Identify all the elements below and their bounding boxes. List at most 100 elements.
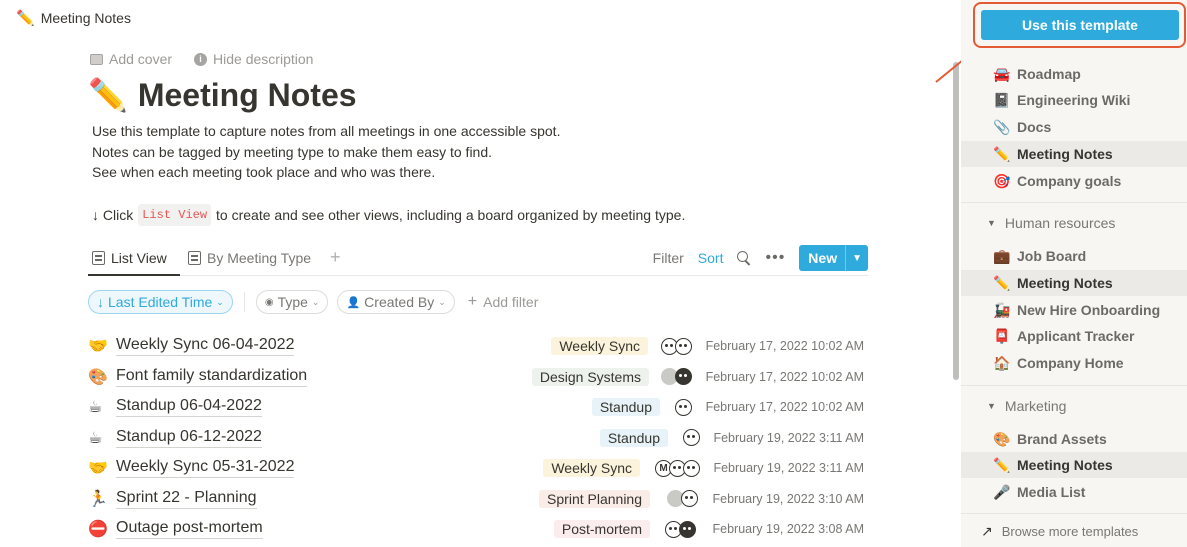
hide-description-button[interactable]: i Hide description [194, 51, 313, 67]
sort-pill[interactable]: ↓ Last Edited Time ⌄ [88, 290, 233, 314]
list-icon [92, 251, 105, 265]
created-by-filter-pill[interactable]: 👤 Created By ⌄ [337, 290, 455, 314]
avatar [675, 368, 692, 386]
filter-button[interactable]: Filter [653, 250, 684, 266]
chevron-down-icon: ⌄ [216, 296, 224, 307]
item-title[interactable]: Standup 06-04-2022 [116, 397, 262, 418]
more-options-icon[interactable]: ••• [765, 249, 785, 267]
train-icon: 🚂 [993, 301, 1011, 318]
item-title[interactable]: Outage post-mortem [116, 519, 263, 540]
item-title[interactable]: Sprint 22 - Planning [116, 489, 257, 509]
list-item[interactable]: ⛔ Outage post-mortem Post-mortem Februar… [88, 514, 868, 545]
last-edited-time: February 19, 2022 3:08 AM [712, 522, 864, 537]
sidebar-item-label: Meeting Notes [1017, 275, 1113, 291]
sidebar-item-label: Company Home [1017, 355, 1124, 371]
divider [961, 385, 1187, 386]
sidebar-item-engineering-wiki[interactable]: 📓 Engineering Wiki [961, 87, 1187, 113]
sidebar-item-label: Meeting Notes [1017, 146, 1113, 162]
tab-list-view[interactable]: List View [92, 250, 167, 266]
sidebar-item-new-hire-onboarding[interactable]: 🚂 New Hire Onboarding [961, 297, 1187, 323]
tab-label: By Meeting Type [207, 250, 312, 266]
browse-label: Browse more templates [1001, 524, 1139, 539]
chevron-down-icon: ⌄ [438, 296, 446, 307]
item-title[interactable]: Weekly Sync 05-31-2022 [116, 458, 295, 479]
mailbox-icon: 📮 [993, 327, 1011, 344]
palette-icon: 🎨 [88, 368, 108, 386]
search-icon[interactable] [737, 251, 751, 265]
browse-more-templates-link[interactable]: ↗ Browse more templates [981, 523, 1138, 540]
target-icon: 🎯 [993, 172, 1011, 189]
sidebar-item-company-goals[interactable]: 🎯 Company goals [961, 168, 1187, 194]
attendee-avatars [667, 490, 698, 508]
sidebar-item-meeting-notes[interactable]: ✏️ Meeting Notes [961, 141, 1187, 167]
pencil-icon[interactable]: ✏️ [88, 76, 128, 114]
handshake-icon: 🤝 [88, 338, 108, 356]
runner-icon: 🏃 [88, 490, 108, 508]
item-title[interactable]: Weekly Sync 06-04-2022 [116, 336, 295, 357]
new-button[interactable]: New ▼ [799, 245, 868, 271]
sidebar-item-job-board[interactable]: 💼 Job Board [961, 243, 1187, 269]
list-item[interactable]: 🎨 Font family standardization Design Sys… [88, 362, 868, 393]
list-item[interactable]: 🤝 Weekly Sync 06-04-2022 Weekly Sync Feb… [88, 331, 868, 362]
list-item[interactable]: ☕ Standup 06-04-2022 Standup February 17… [88, 392, 868, 423]
add-filter-label: Add filter [483, 294, 539, 310]
template-sidebar: Use this template 🚘 Roadmap 📓 Engineerin… [961, 0, 1187, 547]
select-icon: ◉ [264, 296, 274, 308]
page-title[interactable]: ✏️ Meeting Notes [88, 76, 357, 114]
sidebar-item-company-home[interactable]: 🏠 Company Home [961, 350, 1187, 376]
avatar [681, 490, 698, 508]
sidebar-item-roadmap[interactable]: 🚘 Roadmap [961, 61, 1187, 87]
house-icon: 🏠 [993, 354, 1011, 371]
list-item[interactable]: ☕ Standup 06-12-2022 Standup February 19… [88, 423, 868, 454]
sidebar-item-label: Brand Assets [1017, 431, 1107, 447]
coffee-icon: ☕ [88, 429, 103, 447]
sidebar-item-applicant-tracker[interactable]: 📮 Applicant Tracker [961, 323, 1187, 349]
scrollbar[interactable] [953, 62, 959, 380]
item-title[interactable]: Font family standardization [116, 367, 308, 387]
list-item[interactable]: 🤝 Weekly Sync 05-31-2022 Weekly Sync M F… [88, 453, 868, 484]
item-title[interactable]: Standup 06-12-2022 [116, 428, 262, 448]
meeting-type-tag: Post-mortem [553, 520, 650, 539]
sidebar-item-label: Engineering Wiki [1017, 92, 1131, 108]
sidebar-item-brand-assets[interactable]: 🎨 Brand Assets [961, 426, 1187, 452]
palette-icon: 🎨 [993, 430, 1011, 447]
created-by-pill-label: Created By [364, 294, 435, 310]
tab-by-meeting-type[interactable]: By Meeting Type [188, 250, 311, 266]
avatar [683, 429, 700, 447]
divider [961, 202, 1187, 203]
type-filter-pill[interactable]: ◉ Type ⌄ [255, 290, 329, 314]
triangle-down-icon: ▼ [987, 401, 996, 411]
sidebar-item-label: Applicant Tracker [1017, 328, 1135, 344]
filter-bar: ↓ Last Edited Time ⌄ ◉ Type ⌄ 👤 Created … [88, 290, 538, 314]
avatar [675, 398, 692, 416]
image-icon [90, 53, 103, 65]
triangle-down-icon: ▼ [987, 218, 996, 228]
use-template-button[interactable]: Use this template [981, 10, 1179, 40]
meeting-type-tag: Standup [599, 428, 668, 447]
list-item[interactable]: 🏃 Sprint 22 - Planning Sprint Planning F… [88, 484, 868, 515]
add-view-icon[interactable]: + [330, 247, 341, 268]
last-edited-time: February 17, 2022 10:02 AM [705, 400, 864, 415]
sidebar-item-label: New Hire Onboarding [1017, 302, 1161, 318]
sidebar-item-label: Docs [1017, 119, 1052, 135]
sidebar-item-docs[interactable]: 📎 Docs [961, 114, 1187, 140]
section-human-resources[interactable]: ▼ Human resources [961, 215, 1187, 231]
chevron-down-icon: ⌄ [311, 296, 320, 307]
page-title-text[interactable]: Meeting Notes [138, 77, 357, 114]
microphone-icon: 🎤 [993, 483, 1011, 500]
sort-button[interactable]: Sort [698, 250, 724, 266]
add-filter-button[interactable]: + Add filter [468, 293, 539, 311]
section-marketing[interactable]: ▼ Marketing [961, 398, 1187, 414]
chevron-down-icon[interactable]: ▼ [845, 245, 868, 271]
tab-label: List View [111, 250, 167, 266]
meeting-list: 🤝 Weekly Sync 06-04-2022 Weekly Sync Feb… [88, 331, 868, 545]
add-cover-button[interactable]: Add cover [90, 51, 172, 67]
description-line: Notes can be tagged by meeting type to m… [92, 143, 493, 160]
sidebar-item-meeting-notes[interactable]: ✏️ Meeting Notes [961, 452, 1187, 478]
section-label: Marketing [1004, 398, 1067, 414]
sidebar-item-meeting-notes[interactable]: ✏️ Meeting Notes [961, 270, 1187, 296]
last-edited-time: February 19, 2022 3:10 AM [712, 491, 864, 506]
no-entry-icon: ⛔ [88, 521, 108, 539]
sidebar-item-media-list[interactable]: 🎤 Media List [961, 479, 1187, 505]
view-toolbar: Filter Sort ••• New ▼ [653, 245, 868, 271]
